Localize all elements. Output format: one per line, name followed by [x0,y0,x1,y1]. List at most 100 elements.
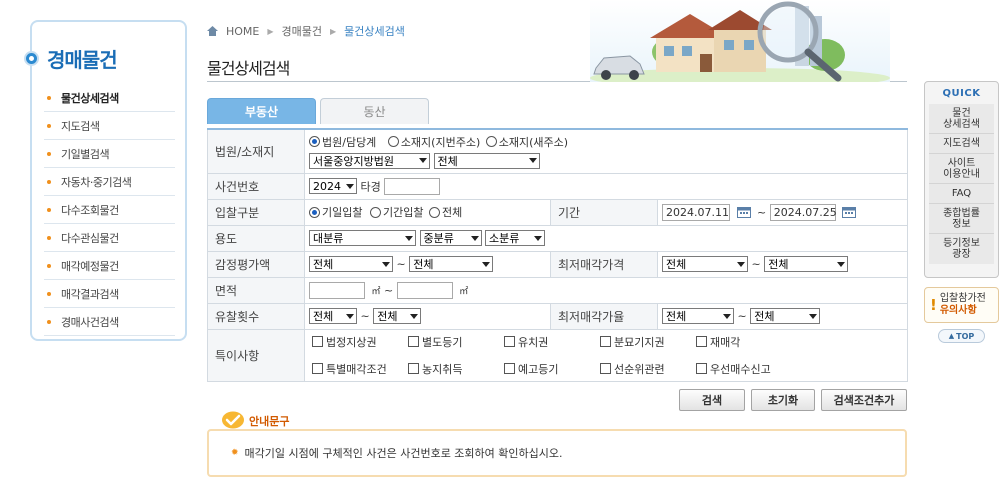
chevron-down-icon [346,313,354,319]
checkbox-item[interactable]: 예고등기 [504,361,600,377]
case-year-select[interactable]: 2024 [309,178,357,194]
fail-to-select[interactable]: 전체 [373,308,422,324]
label-period: 기간 [550,198,658,226]
add-condition-button[interactable]: 검색조건추가 [821,389,907,411]
area-to-input[interactable] [396,281,453,299]
chevron-up-icon: ▲ [948,332,955,340]
appraisal-from-select[interactable]: 전체 [309,256,393,272]
area-from-input[interactable] [309,281,365,299]
area-unit-label: ㎡ [459,286,469,297]
rate-from-select[interactable]: 전체 [662,308,734,324]
case-number-input[interactable] [384,177,441,195]
sidebar-item-most-interested[interactable]: 다수관심물건 [44,224,175,252]
fail-from-select[interactable]: 전체 [309,308,357,324]
court-select[interactable]: 서울중앙지방법원 [309,152,430,169]
rate-to-select[interactable]: 전체 [750,308,821,324]
usage-cell: 대분류 중분류 소분류 [303,224,909,252]
tab-real-estate[interactable]: 부동산 [207,98,316,124]
row-bid-type: 입찰구분 기일입찰 기간입찰 전체 기간 2024.07.11 ~ 2024.0… [207,198,909,226]
breadcrumb-level1[interactable]: 경매물건 [282,23,322,39]
label-bid-type: 입찰구분 [207,198,305,226]
tab-movable-property[interactable]: 동산 [320,98,429,124]
checkbox[interactable] [504,336,515,347]
radio-all-bid[interactable] [428,206,440,218]
min-price-to-select[interactable]: 전체 [764,256,849,272]
radio-date-bid[interactable] [309,206,320,218]
checkbox-item[interactable]: 유치권 [504,334,600,350]
label-usage: 용도 [207,224,305,252]
sidebar-item-map-search[interactable]: 지도검색 [44,112,175,140]
checkbox-item[interactable]: 농지취득 [408,361,504,377]
sidebar-item-scheduled-sale[interactable]: 매각예정물건 [44,252,175,280]
checkbox[interactable] [312,363,323,374]
min-rate-cell: 전체 ~ 전체 [656,302,909,330]
quick-item-faq[interactable]: FAQ [929,184,994,204]
sidebar-item-detail-search[interactable]: 물건상세검색 [44,84,175,112]
quick-item-detail-search[interactable]: 물건 상세검색 [929,104,994,134]
label-area: 면적 [207,276,305,304]
sidebar-item-sale-result[interactable]: 매각결과검색 [44,280,175,308]
usage-mid-select[interactable]: 중분류 [419,230,482,246]
checkbox[interactable] [408,363,419,374]
form-buttons: 검색 초기화 검색조건추가 [679,389,907,411]
radio-period-bid-label: 기간입찰 [382,206,424,219]
sidebar-item-case-search[interactable]: 경매사건검색 [44,308,175,336]
bid-type-cell: 기일입찰 기간입찰 전체 [304,198,551,226]
page-title: 물건상세검색 [207,59,290,78]
calendar-icon[interactable] [736,206,751,218]
label-case-number: 사건번호 [207,172,305,200]
min-price-from-select[interactable]: 전체 [662,256,748,272]
breadcrumb-home[interactable]: HOME [226,25,259,38]
radio-road-address[interactable] [485,136,497,148]
quick-menu: QUICK 물건 상세검색 지도검색 사이트 이용안내 FAQ 종합법률 정보 등기정… [924,81,999,278]
checkbox[interactable] [312,336,323,347]
checkbox[interactable] [600,336,611,347]
search-button[interactable]: 검색 [679,389,745,411]
chevron-down-icon [482,261,491,267]
quick-item-legal-info[interactable]: 종합법률 정보 [929,204,994,234]
sidebar-item-date-search[interactable]: 기일별검색 [44,140,175,168]
usage-small-select[interactable]: 소분류 [485,230,545,246]
special-cell: 법정지상권 별도등기 유치권 분묘기지권 재매각 특별매각조건 농지취득 예고등… [303,328,909,382]
exclamation-icon: ! [930,296,937,314]
sidebar-item-most-viewed[interactable]: 다수조회물건 [44,196,175,224]
scroll-top-button[interactable]: ▲ TOP [938,329,985,343]
checkbox-item[interactable]: 선순위관련 [600,361,696,377]
radio-period-bid[interactable] [369,206,381,218]
usage-large-select[interactable]: 대분류 [309,230,416,246]
checkbox-item[interactable]: 별도등기 [408,334,504,350]
label-court: 법원/소재지 [207,128,305,174]
quick-title: QUICK [942,87,981,99]
reset-button[interactable]: 초기화 [751,389,815,411]
label-appraisal: 감정평가액 [207,250,305,278]
checkbox-item[interactable]: 분묘기지권 [600,334,696,350]
date-to-input[interactable]: 2024.07.25 [769,203,837,221]
quick-list: 물건 상세검색 지도검색 사이트 이용안내 FAQ 종합법률 정보 등기정보 광장 [929,104,994,264]
rate-tilde: ~ [737,309,747,323]
chevron-down-icon [809,313,818,319]
bid-caution-link[interactable]: ! 입찰참가전 유의사항 [924,287,999,323]
checkbox-item[interactable]: 법정지상권 [312,334,408,350]
calendar-icon[interactable] [842,206,857,218]
checkbox-item[interactable]: 우선매수신고 [696,361,792,377]
chevron-down-icon [382,261,390,267]
appraisal-to-select[interactable]: 전체 [409,256,494,272]
quick-item-map-search[interactable]: 지도검색 [929,134,994,154]
checkbox[interactable] [504,363,515,374]
checkbox-item[interactable]: 재매각 [696,334,792,350]
quick-item-registry[interactable]: 등기정보 광장 [929,234,994,264]
checkbox[interactable] [696,336,707,347]
checkbox[interactable] [408,336,419,347]
area-unit-label: ㎡ [371,286,381,297]
checkbox[interactable] [696,363,707,374]
checkbox-item[interactable]: 특별매각조건 [312,361,408,377]
sidebar-item-vehicle-search[interactable]: 자동차·중기검색 [44,168,175,196]
quick-item-site-guide[interactable]: 사이트 이용안내 [929,154,994,184]
dept-select[interactable]: 전체 [433,152,540,169]
chevron-down-icon [410,313,419,319]
radio-lot-address[interactable] [387,136,399,148]
date-from-input[interactable]: 2024.07.11 [662,203,730,221]
radio-court-dept[interactable] [309,136,320,148]
checkbox[interactable] [600,363,611,374]
bullet-icon [47,95,51,100]
